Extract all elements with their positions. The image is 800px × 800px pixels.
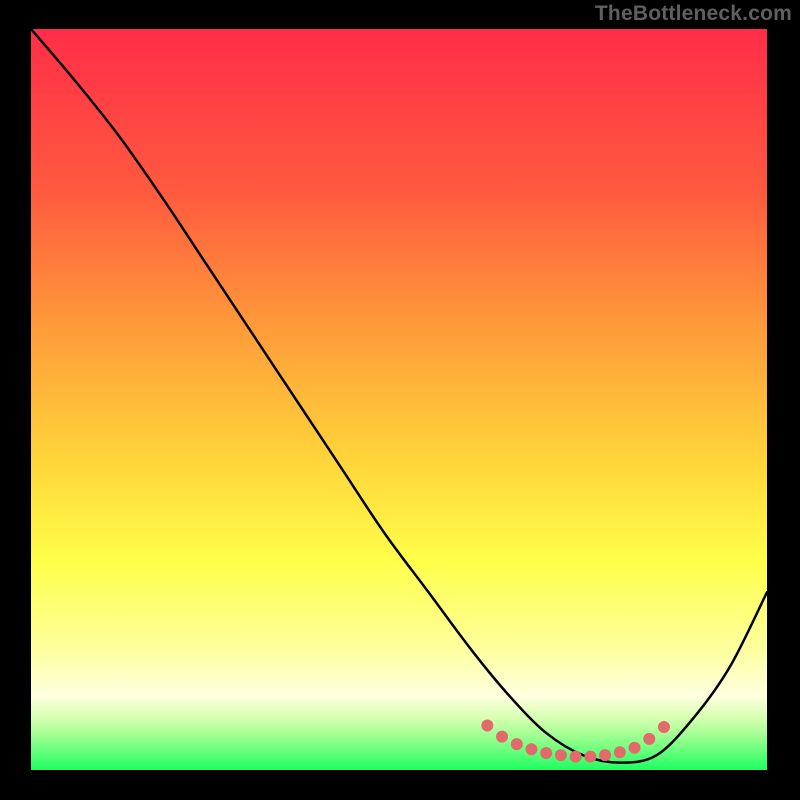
optimal-dot: [643, 733, 655, 745]
optimal-dot: [555, 749, 567, 761]
optimal-dot: [525, 743, 537, 755]
watermark-text: TheBottleneck.com: [595, 2, 792, 26]
optimal-dot: [658, 721, 670, 733]
optimal-dot: [629, 742, 641, 754]
chart-svg: [31, 29, 767, 770]
optimal-dot: [584, 751, 596, 763]
optimal-dot: [481, 720, 493, 732]
optimal-dot: [599, 749, 611, 761]
bottleneck-plot: [31, 29, 767, 770]
chart-frame: TheBottleneck.com: [0, 0, 800, 800]
optimal-dot: [511, 738, 523, 750]
gradient-background: [31, 29, 767, 770]
optimal-dot: [614, 746, 626, 758]
optimal-dot: [540, 747, 552, 759]
optimal-dot: [496, 731, 508, 743]
optimal-dot: [570, 751, 582, 763]
